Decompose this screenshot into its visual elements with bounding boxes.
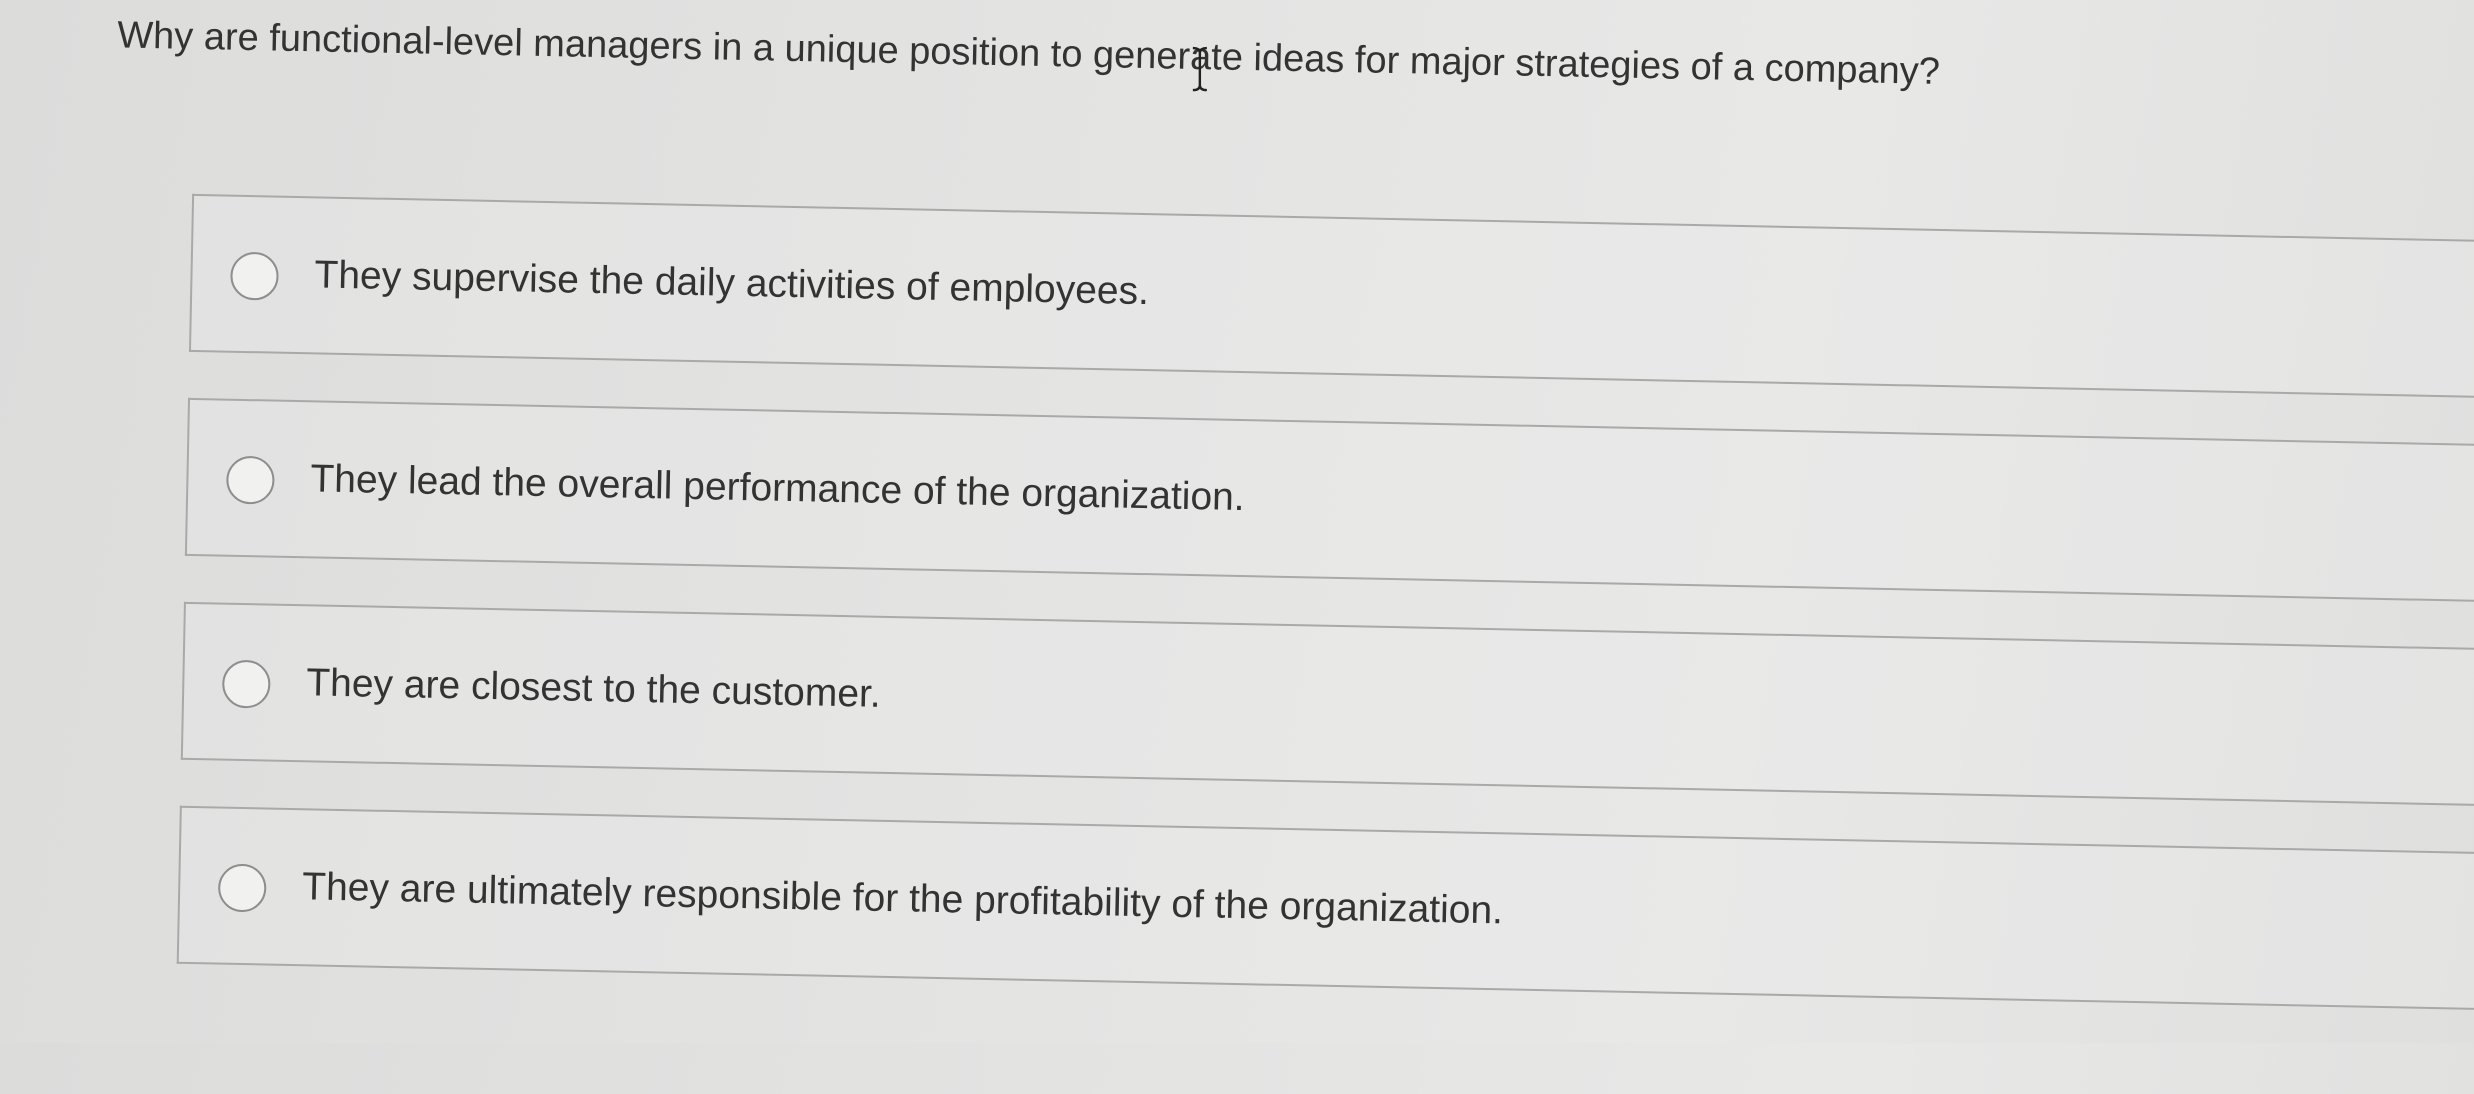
answer-options: They supervise the daily activities of e… (176, 193, 2474, 1057)
answer-option-label: They lead the overall performance of the… (310, 457, 1246, 520)
answer-option-label: They are closest to the customer. (305, 661, 882, 716)
radio-button-icon[interactable] (225, 455, 275, 505)
quiz-page: Why are functional-level managers in a u… (0, 0, 2474, 1092)
radio-button-icon[interactable] (221, 659, 271, 709)
answer-option-2[interactable]: They lead the overall performance of the… (184, 397, 2474, 604)
answer-option-label: They are ultimately responsible for the … (301, 865, 1504, 933)
answer-option-4[interactable]: They are ultimately responsible for the … (176, 805, 2474, 1012)
text-cursor-icon (1192, 46, 1207, 92)
answer-option-1[interactable]: They supervise the daily activities of e… (188, 193, 2474, 400)
radio-button-icon[interactable] (217, 863, 267, 913)
question-text: Why are functional-level managers in a u… (116, 14, 1941, 93)
answer-option-3[interactable]: They are closest to the customer. (180, 601, 2474, 808)
answer-option-label: They supervise the daily activities of e… (314, 253, 1150, 314)
radio-button-icon[interactable] (230, 251, 279, 301)
